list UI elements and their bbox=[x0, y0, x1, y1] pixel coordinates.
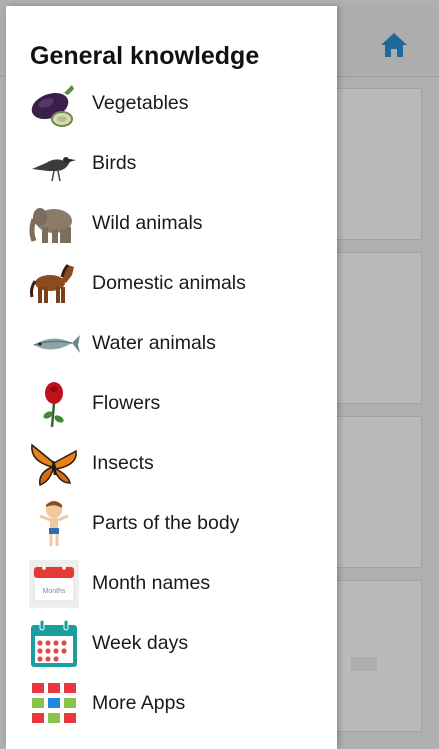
menu-item-label: Flowers bbox=[92, 392, 161, 414]
fish-icon bbox=[28, 319, 80, 369]
drawer-title: General knowledge bbox=[30, 42, 260, 70]
menu-item-label: More Apps bbox=[92, 692, 186, 714]
menu-item-week-days[interactable]: Week days bbox=[6, 613, 337, 673]
menu-item-birds[interactable]: Birds bbox=[6, 133, 337, 193]
menu-item-domestic-animals[interactable]: Domestic animals bbox=[6, 253, 337, 313]
menu-item-label: Week days bbox=[92, 632, 189, 654]
week-calendar-icon bbox=[28, 619, 80, 669]
apps-grid-icon bbox=[28, 679, 80, 729]
horse-icon bbox=[28, 259, 80, 309]
navigation-drawer: General knowledge Vegetables Birds Wild … bbox=[6, 6, 337, 749]
menu-item-insects[interactable]: Insects bbox=[6, 433, 337, 493]
menu-item-label: Wild animals bbox=[92, 212, 203, 234]
menu-item-water-animals[interactable]: Water animals bbox=[6, 313, 337, 373]
menu-item-label: Domestic animals bbox=[92, 272, 246, 294]
menu-item-label: Month names bbox=[92, 572, 211, 594]
crow-icon bbox=[28, 139, 80, 189]
menu-item-wild-animals[interactable]: Wild animals bbox=[6, 193, 337, 253]
menu-item-vegetables[interactable]: Vegetables bbox=[6, 73, 337, 133]
menu-item-label: Birds bbox=[92, 152, 137, 174]
drawer-menu: Vegetables Birds Wild animals Domestic a… bbox=[6, 73, 337, 733]
elephant-icon bbox=[28, 199, 80, 249]
butterfly-icon bbox=[28, 439, 80, 489]
menu-item-flowers[interactable]: Flowers bbox=[6, 373, 337, 433]
menu-item-label: Parts of the body bbox=[92, 512, 240, 534]
menu-item-label: Insects bbox=[92, 452, 154, 474]
eggplant-icon bbox=[28, 79, 80, 129]
boy-icon bbox=[28, 499, 80, 549]
menu-item-more-apps[interactable]: More Apps bbox=[6, 673, 337, 733]
menu-item-label: Vegetables bbox=[92, 92, 189, 114]
calendar-icon-text: Months bbox=[43, 588, 66, 595]
menu-item-parts-of-the-body[interactable]: Parts of the body bbox=[6, 493, 337, 553]
calendar-icon: Months bbox=[28, 559, 80, 609]
rose-icon bbox=[28, 379, 80, 429]
menu-item-month-names[interactable]: Months Month names bbox=[6, 553, 337, 613]
menu-item-label: Water animals bbox=[92, 332, 216, 354]
